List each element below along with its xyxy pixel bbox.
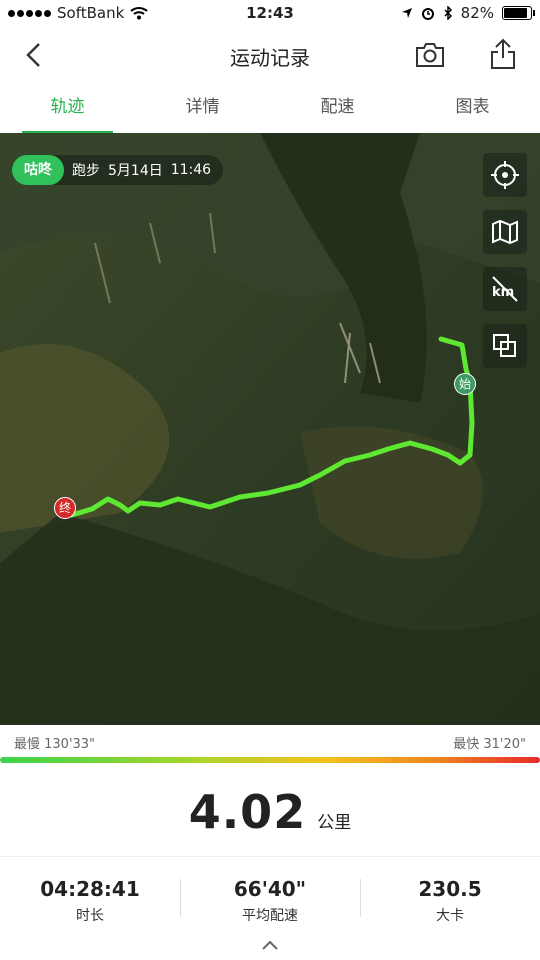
share-icon[interactable] [488, 38, 518, 70]
app-badge: 咕咚 [12, 155, 64, 185]
location-arrow-icon [401, 8, 412, 18]
tab-track[interactable]: 轨迹 [0, 82, 135, 134]
tab-pace[interactable]: 配速 [270, 82, 405, 133]
bluetooth-icon [444, 6, 452, 20]
stats-row: 04:28:41 时长 66'40" 平均配速 230.5 大卡 [0, 856, 540, 937]
navigation-bar: 运动记录 [0, 28, 540, 82]
stat-label: 平均配速 [242, 908, 298, 924]
stat-avg-pace: 66'40" 平均配速 [180, 857, 360, 937]
start-marker: 始 [454, 373, 476, 395]
layers-icon [493, 334, 516, 357]
locate-button[interactable] [483, 153, 527, 197]
tab-details[interactable]: 详情 [135, 82, 270, 133]
stat-duration: 04:28:41 时长 [0, 857, 180, 937]
km-markers-toggle[interactable]: km [483, 267, 527, 311]
tab-bar: 轨迹 详情 配速 图表 [0, 82, 540, 134]
tab-charts[interactable]: 图表 [405, 82, 540, 133]
page-title: 运动记录 [230, 46, 310, 70]
activity-time: 11:46 [170, 162, 212, 178]
fastest-pace: 最快 31'20" [453, 737, 526, 752]
distance-summary: 4.02 公里 [0, 785, 540, 839]
end-marker: 终 [54, 497, 76, 519]
chevron-up-icon[interactable] [260, 938, 280, 952]
map-layer-button[interactable] [483, 210, 527, 254]
stat-value: 230.5 [418, 877, 482, 901]
battery-icon [502, 6, 535, 20]
pace-legend: 最慢 130'33" 最快 31'20" [0, 733, 540, 763]
activity-type: 跑步 [72, 163, 100, 179]
activity-info-pill: 咕咚 跑步 5月14日 11:46 [12, 155, 224, 185]
battery-percent: 82% [460, 4, 494, 22]
status-bar: SoftBank 12:43 82% [0, 0, 540, 28]
stat-label: 时长 [76, 908, 104, 924]
crosshair-icon [491, 161, 519, 189]
map-icon [492, 219, 518, 245]
slowest-pace: 最慢 130'33" [14, 737, 96, 752]
stat-calories: 230.5 大卡 [360, 857, 540, 937]
stat-value: 66'40" [233, 877, 307, 901]
activity-date: 5月14日 [108, 163, 163, 179]
camera-icon[interactable] [414, 40, 446, 70]
satellite-terrain [0, 133, 540, 725]
distance-unit: 公里 [317, 813, 352, 833]
stat-label: 大卡 [436, 908, 464, 924]
stat-value: 04:28:41 [40, 877, 140, 901]
route-map[interactable]: 咕咚 跑步 5月14日 11:46 km 始 终 [0, 133, 540, 725]
alarm-icon [421, 8, 434, 20]
km-off-icon: km [492, 276, 518, 302]
pace-gradient-bar [0, 757, 540, 763]
distance-value: 4.02 [188, 785, 307, 839]
switch-view-button[interactable] [483, 324, 527, 368]
